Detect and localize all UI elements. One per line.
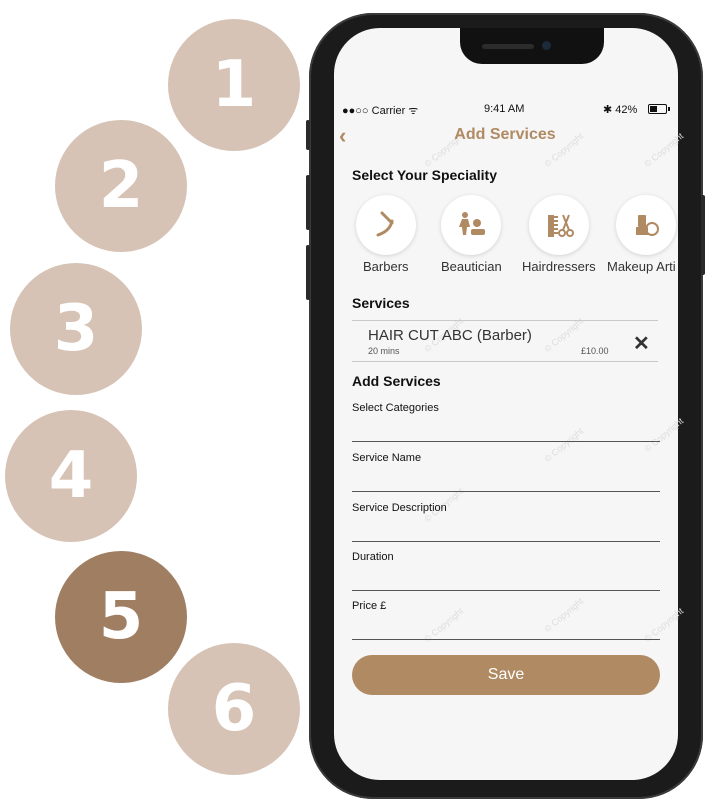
step-4: 4 xyxy=(5,410,137,542)
speciality-label-barbers: Barbers xyxy=(363,259,409,274)
phone-side-button xyxy=(306,175,310,230)
add-services-heading: Add Services xyxy=(352,373,441,389)
chevron-left-icon[interactable]: ‹ xyxy=(339,123,346,149)
speciality-label-makeup: Makeup Arti xyxy=(607,259,676,274)
speciality-makeup[interactable] xyxy=(616,195,676,255)
razor-icon xyxy=(376,211,394,237)
service-name-field[interactable] xyxy=(352,491,660,492)
service-price: £10.00 xyxy=(581,346,609,356)
divider xyxy=(352,320,658,321)
service-duration: 20 mins xyxy=(368,346,400,356)
step-5: 5 xyxy=(55,551,187,683)
phone-side-button xyxy=(306,120,310,150)
duration-label: Duration xyxy=(352,551,394,563)
speciality-heading: Select Your Speciality xyxy=(352,167,497,183)
divider xyxy=(352,361,658,362)
status-battery-text: ✱ 42% xyxy=(603,104,638,116)
phone-side-button xyxy=(701,195,705,275)
service-description-label: Service Description xyxy=(352,502,447,514)
service-name-label: Service Name xyxy=(352,452,422,464)
page-title: Add Services xyxy=(454,126,556,143)
duration-field[interactable] xyxy=(352,590,660,591)
status-time: 9:41 AM xyxy=(484,103,525,115)
save-button[interactable]: Save xyxy=(352,655,660,695)
service-description-field[interactable] xyxy=(352,541,660,542)
speciality-hairdressers[interactable] xyxy=(529,195,589,255)
select-categories-label: Select Categories xyxy=(352,402,439,414)
speciality-beautician[interactable] xyxy=(441,195,501,255)
service-name: HAIR CUT ABC (Barber) xyxy=(368,327,532,344)
speciality-barbers[interactable] xyxy=(356,195,416,255)
makeup-icon xyxy=(636,215,659,236)
step-6: 6 xyxy=(168,643,300,775)
speciality-label-beautician: Beautician xyxy=(441,259,502,274)
phone-side-button xyxy=(306,245,310,300)
beautician-icon xyxy=(459,212,485,235)
step-3: 3 xyxy=(10,263,142,395)
price-field[interactable] xyxy=(352,639,660,640)
step-2: 2 xyxy=(55,120,187,252)
select-categories-field[interactable] xyxy=(352,441,660,442)
services-heading: Services xyxy=(352,295,410,311)
step-1: 1 xyxy=(168,19,300,151)
comb-scissors-icon xyxy=(548,214,574,237)
speciality-label-hairdressers: Hairdressers xyxy=(522,259,596,274)
battery-icon xyxy=(648,104,670,114)
status-carrier: ●●○○ Carrier ᯤ xyxy=(342,105,419,117)
price-label: Price £ xyxy=(352,600,387,612)
phone-notch xyxy=(460,28,604,64)
close-icon[interactable]: ✕ xyxy=(633,331,650,356)
